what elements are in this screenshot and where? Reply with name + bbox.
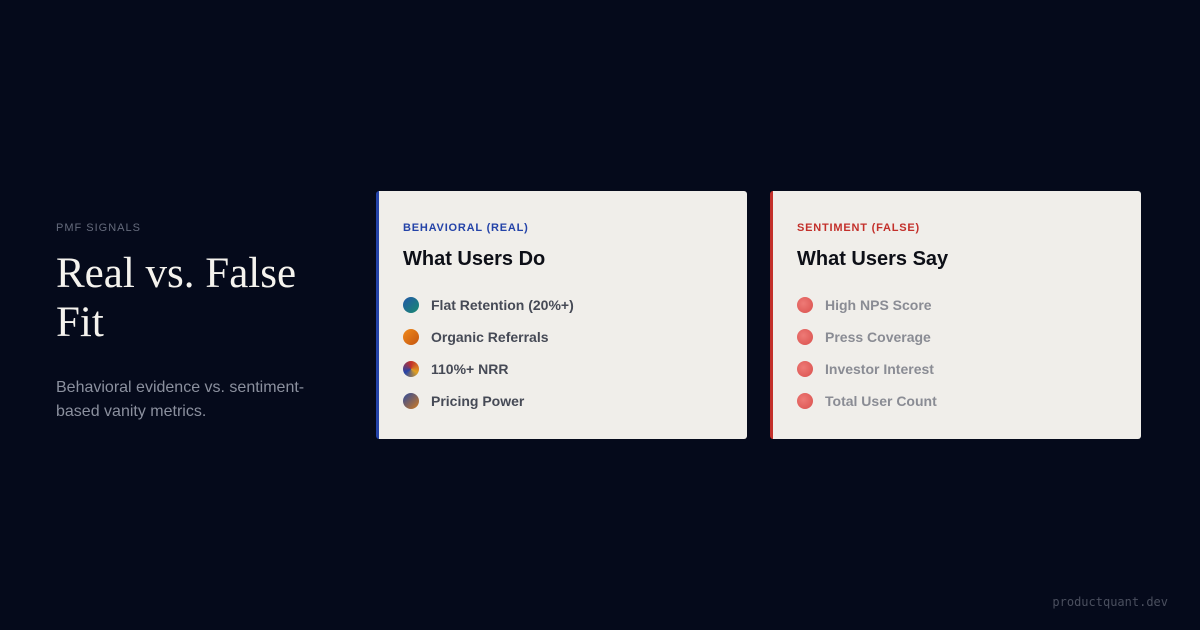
behavioral-card: BEHAVIORAL (REAL) What Users Do Flat Ret… (376, 191, 747, 439)
list-item-label: 110%+ NRR (431, 361, 509, 377)
list-item: Total User Count (797, 385, 1117, 417)
red-dot-icon (797, 393, 813, 409)
list-item: 110%+ NRR (403, 353, 723, 385)
red-dot-icon (797, 361, 813, 377)
list-item-label: Flat Retention (20%+) (431, 297, 574, 313)
eyebrow-label: PMF SIGNALS (56, 222, 141, 234)
page-subtitle: Behavioral evidence vs. sentiment-based … (56, 378, 305, 420)
sentiment-card: SENTIMENT (FALSE) What Users Say High NP… (770, 191, 1141, 439)
list-item-label: Total User Count (825, 393, 937, 409)
list-item: Pricing Power (403, 385, 723, 417)
red-dot-icon (797, 329, 813, 345)
behavioral-list: Flat Retention (20%+) Organic Referrals … (403, 289, 723, 417)
retention-dot-icon (403, 297, 419, 313)
red-dot-icon (797, 297, 813, 313)
list-item: Flat Retention (20%+) (403, 289, 723, 321)
page-title: Real vs. False Fit (56, 250, 297, 346)
referral-dot-icon (403, 329, 419, 345)
list-item-label: Press Coverage (825, 329, 931, 345)
list-item: High NPS Score (797, 289, 1117, 321)
list-item-label: Investor Interest (825, 361, 934, 377)
list-item: Organic Referrals (403, 321, 723, 353)
behavioral-card-label: BEHAVIORAL (REAL) (403, 222, 529, 234)
intro-section: PMF SIGNALS Real vs. False Fit Behaviora… (56, 222, 346, 440)
sentiment-list: High NPS Score Press Coverage Investor I… (797, 289, 1117, 417)
list-item: Press Coverage (797, 321, 1117, 353)
list-item: Investor Interest (797, 353, 1117, 385)
list-item-label: High NPS Score (825, 297, 932, 313)
footer-domain: productquant.dev (1052, 595, 1168, 609)
list-item-label: Organic Referrals (431, 329, 549, 345)
pricing-dot-icon (403, 393, 419, 409)
list-item-label: Pricing Power (431, 393, 525, 409)
nrr-dot-icon (403, 361, 419, 377)
behavioral-card-title: What Users Do (403, 248, 546, 270)
sentiment-card-label: SENTIMENT (FALSE) (797, 222, 920, 234)
sentiment-card-title: What Users Say (797, 248, 949, 270)
